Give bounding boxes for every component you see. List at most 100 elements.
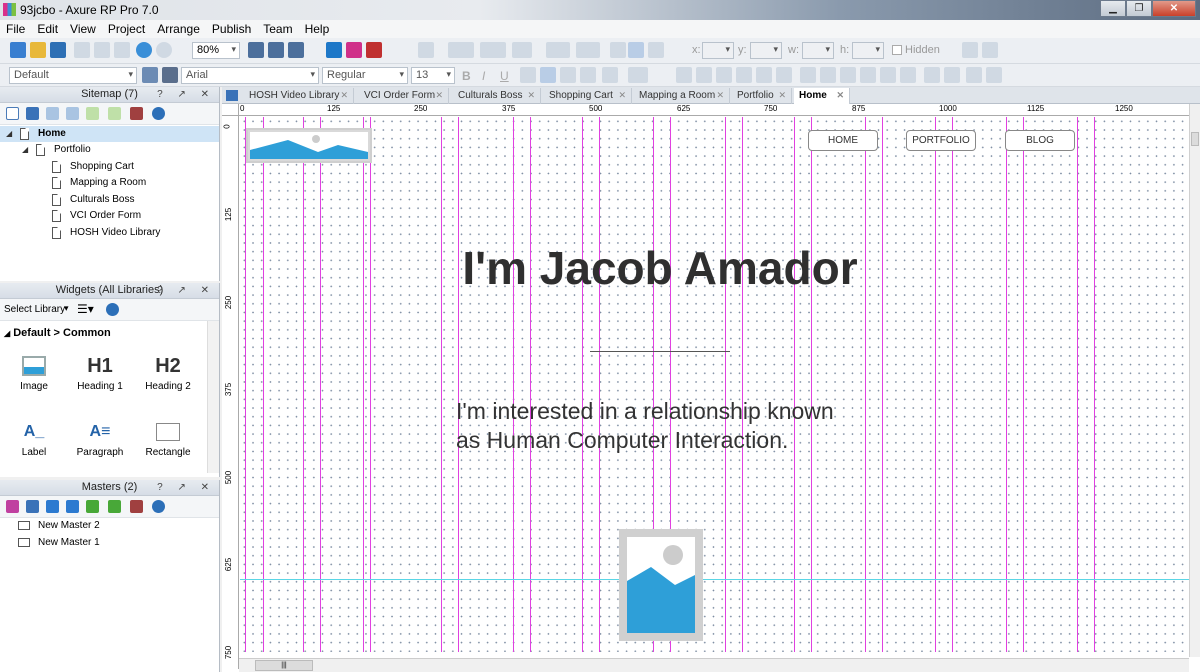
line-pattern-icon[interactable] [480,42,506,58]
tab-hosh-video-library[interactable]: HOSH Video Library ✕ [244,88,354,104]
panel-controls[interactable]: ? ↗ ✕ [157,87,215,102]
menu-edit[interactable]: Edit [31,22,64,36]
align-objects-right-icon[interactable] [840,67,856,83]
move-down-icon[interactable] [66,500,79,513]
unlock-icon[interactable] [986,67,1002,83]
share-icon[interactable] [346,42,362,58]
page-mapping-a-room[interactable]: Mapping a Room [0,175,219,191]
select-pointer-icon[interactable] [248,42,264,58]
close-tab-icon[interactable]: ✕ [527,88,535,103]
panel-controls[interactable]: ? ↗ ✕ [157,283,215,298]
move-up-icon[interactable] [46,500,59,513]
close-tab-icon[interactable]: ✕ [778,88,786,103]
minimize-button[interactable]: ▁ [1100,0,1126,17]
scroll-thumb[interactable] [1191,132,1199,146]
redo-icon[interactable] [156,42,172,58]
italic-icon[interactable]: I [482,69,485,83]
logo-image-placeholder[interactable] [246,128,372,163]
lock-icon[interactable] [966,67,982,83]
underline-icon[interactable]: U [500,69,509,83]
preview-icon[interactable] [326,42,342,58]
close-tab-icon[interactable]: ✕ [340,88,348,103]
expand-arrow-icon[interactable]: ◢ [6,126,12,142]
align-center-icon[interactable] [540,67,556,83]
shadow-icon[interactable] [576,42,600,58]
widget-heading-2[interactable]: H2 Heading 2 [138,351,198,393]
add-folder-icon[interactable] [26,107,39,120]
outdent-icon[interactable] [108,500,121,513]
page-home[interactable]: ◢ Home [0,126,219,142]
snap-icon[interactable] [962,42,978,58]
move-down-icon[interactable] [66,107,79,120]
page-culturals-boss[interactable]: Culturals Boss [0,192,219,208]
height-field[interactable] [852,42,884,59]
bullets-icon[interactable] [580,67,596,83]
intro-paragraph[interactable]: I'm interested in a relationship known a… [456,397,834,455]
bring-forward-icon[interactable] [756,67,772,83]
search-icon[interactable] [152,500,165,513]
add-master-icon[interactable] [6,500,19,513]
width-field[interactable] [802,42,834,59]
brush-icon[interactable] [162,67,178,83]
delete-master-icon[interactable] [130,500,143,513]
save-icon[interactable] [50,42,66,58]
dropdown-arrow-icon[interactable]: ▾ [64,303,69,314]
widget-group-header[interactable]: ◢ Default > Common [4,327,111,339]
font-weight-select[interactable]: Regular [322,67,408,84]
style-select[interactable]: Default [9,67,137,84]
hidden-checkbox[interactable] [892,45,902,55]
align-objects-middle-icon[interactable] [880,67,896,83]
align-objects-center-icon[interactable] [820,67,836,83]
zoom-select[interactable]: 80% [192,42,240,59]
font-color-icon[interactable] [628,67,648,83]
vertical-scrollbar[interactable] [1189,104,1200,657]
connector-icon[interactable] [268,42,284,58]
widget-label[interactable]: A_ Label [4,417,64,458]
tab-menu-icon[interactable] [226,90,238,101]
widget-rectangle[interactable]: Rectangle [138,417,198,458]
new-icon[interactable] [10,42,26,58]
menu-project[interactable]: Project [102,22,151,36]
close-tab-icon[interactable]: ✕ [435,88,443,103]
align-bottom-icon[interactable] [648,42,664,58]
nav-home-button[interactable]: HOME [808,130,878,151]
cut-icon[interactable] [74,42,90,58]
page-portfolio[interactable]: ◢ Portfolio [0,142,219,158]
send-backward-icon[interactable] [776,67,792,83]
page-heading[interactable]: I'm Jacob Amador [440,241,880,295]
delete-page-icon[interactable] [130,107,143,120]
menu-publish[interactable]: Publish [206,22,257,36]
crop-icon[interactable] [288,42,304,58]
tab-mapping-a-room[interactable]: Mapping a Room ✕ [634,88,730,104]
close-tab-icon[interactable]: ✕ [836,88,844,103]
menu-arrange[interactable]: Arrange [151,22,206,36]
widget-heading-1[interactable]: H1 Heading 1 [70,351,130,393]
align-left-icon[interactable] [520,67,536,83]
publish-icon[interactable] [366,42,382,58]
tab-culturals-boss[interactable]: Culturals Boss ✕ [453,88,541,104]
align-objects-top-icon[interactable] [860,67,876,83]
page-canvas[interactable]: HOME PORTFOLIO BLOG I'm Jacob Amador I'm… [240,117,1189,652]
tab-shopping-cart[interactable]: Shopping Cart ✕ [544,88,632,104]
search-icon[interactable] [106,303,119,316]
outdent-icon[interactable] [108,107,121,120]
page-hosh-video-library[interactable]: HOSH Video Library [0,225,219,241]
link-icon[interactable] [602,67,618,83]
indent-icon[interactable] [86,500,99,513]
panel-controls[interactable]: ? ↗ ✕ [157,480,215,495]
nav-portfolio-button[interactable]: PORTFOLIO [906,130,976,151]
menu-team[interactable]: Team [257,22,298,36]
divider-line[interactable] [590,351,730,352]
align-middle-icon[interactable] [628,42,644,58]
widget-paragraph[interactable]: A≡ Paragraph [70,417,130,458]
ungroup-icon[interactable] [696,67,712,83]
menu-help[interactable]: Help [299,22,336,36]
search-icon[interactable] [152,107,165,120]
move-up-icon[interactable] [46,107,59,120]
bring-front-icon[interactable] [716,67,732,83]
page-shopping-cart[interactable]: Shopping Cart [0,159,219,175]
y-field[interactable] [750,42,782,59]
add-folder-icon[interactable] [26,500,39,513]
tab-portfolio[interactable]: Portfolio ✕ [732,88,792,104]
scroll-thumb[interactable]: ||| [255,660,313,671]
